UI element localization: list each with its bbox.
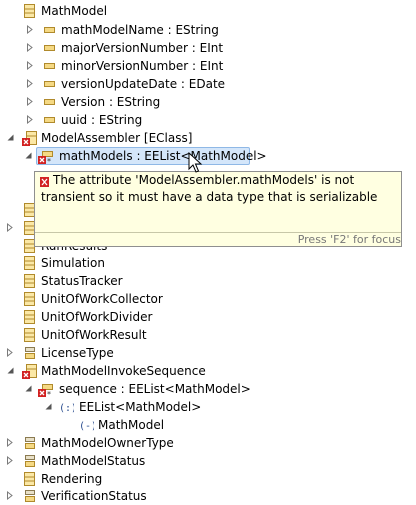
tree-item-label: Rendering [41,472,103,486]
attribute-error-icon: * [38,381,54,397]
tree-item-label: MathModelOwnerType [41,436,174,450]
expand-arrow-icon[interactable] [6,487,16,505]
tree-item-unitofworkresult[interactable]: UnitOfWorkResult [0,326,416,344]
expand-arrow-icon[interactable] [26,111,36,129]
expand-arrow-icon[interactable] [26,39,36,57]
tooltip-focus-hint: Press 'F2' for focus [297,233,401,246]
tree-item-modelassembler[interactable]: ModelAssembler [EClass] [0,129,416,147]
class-icon [22,309,38,325]
expand-arrow-icon[interactable] [26,93,36,111]
expand-arrow-icon[interactable] [6,434,16,452]
class-icon [22,291,38,307]
class-error-icon [22,130,38,146]
tree-item-eelist[interactable]: (:) EEList<MathModel> [0,398,416,416]
enum-icon [22,345,38,361]
tree-item-label: UnitOfWorkResult [41,328,147,342]
tree-item-label: Simulation [41,256,105,270]
svg-text:*: * [47,390,51,397]
attribute-error-icon: * [38,148,54,164]
tree-item-label: MathModelInvokeSequence [41,364,206,378]
tree-item-unitofworkcollector[interactable]: UnitOfWorkCollector [0,290,416,308]
attribute-icon [42,22,58,38]
tree-item-label: UnitOfWorkDivider [41,310,153,324]
expand-arrow-icon[interactable] [6,452,16,470]
tree-item-label: StatusTracker [41,274,123,288]
tree-item-label: UnitOfWorkCollector [41,292,163,306]
tree-item-licensetype[interactable]: LicenseType [0,344,416,362]
expand-arrow-icon[interactable] [26,21,36,39]
tree-item-hidden-2[interactable] [0,219,35,237]
type-argument-icon: (-) [78,417,94,433]
collapse-arrow-icon[interactable] [6,362,16,380]
tree-item-label: ModelAssembler [EClass] [41,131,193,145]
tree-item-label: majorVersionNumber : EInt [61,41,224,55]
tree-item-statustracker[interactable]: StatusTracker [0,272,416,290]
attribute-icon [42,76,58,92]
tree-item-sequence[interactable]: * sequence : EEList<MathModel> [0,380,416,398]
tree-item-mathmodelname[interactable]: mathModelName : EString [0,21,416,39]
svg-text:*: * [47,157,51,164]
collapse-arrow-icon[interactable] [6,129,16,147]
tree-item-uuid[interactable]: uuid : EString [0,111,416,129]
class-icon [22,327,38,343]
class-icon [22,255,38,271]
tree-item-mathmodels[interactable]: * mathModels : EEList<MathModel> [0,147,416,165]
tree-item-label: VerificationStatus [41,489,147,503]
tree-item-minorversionnumber[interactable]: minorVersionNumber : EInt [0,57,416,75]
tree-item-label: uuid : EString [61,113,143,127]
tree-item-label: minorVersionNumber : EInt [61,59,224,73]
tree-item-rendering[interactable]: Rendering [0,470,416,488]
tree-item-mathmodelstatus[interactable]: MathModelStatus [0,452,416,470]
enum-icon [22,453,38,469]
tree-item-label: mathModelName : EString [61,23,219,37]
svg-text:(:): (:) [59,403,74,414]
expand-arrow-icon[interactable] [6,344,16,362]
expand-arrow-icon[interactable] [26,57,36,75]
tree-item-versionupdatedate[interactable]: versionUpdateDate : EDate [0,75,416,93]
tree-item-label: LicenseType [41,346,114,360]
tree-item-simulation[interactable]: Simulation [0,254,416,272]
tree-item-mathmodel[interactable]: MathModel [0,2,416,20]
tree-item-unitofworkdivider[interactable]: UnitOfWorkDivider [0,308,416,326]
expand-arrow-icon[interactable] [26,75,36,93]
class-icon [22,471,38,487]
error-tooltip[interactable]: The attribute 'ModelAssembler.mathModels… [34,171,402,247]
mouse-pointer-icon [187,151,203,174]
tree-item-label: MathModel [98,418,165,432]
tree-item-label: MathModel [41,4,108,18]
class-icon [22,3,38,19]
tree-item-label: MathModelStatus [41,454,146,468]
collapse-arrow-icon[interactable] [24,147,34,165]
collapse-arrow-icon[interactable] [44,398,54,416]
generic-type-icon: (:) [58,399,74,415]
enum-icon [22,435,38,451]
tree-item-label: mathModels : EEList<MathModel> [59,149,267,163]
class-error-icon [22,363,38,379]
expand-arrow-icon[interactable] [6,219,16,237]
enum-icon [22,488,38,504]
collapse-arrow-icon[interactable] [24,380,34,398]
tree-item-label: versionUpdateDate : EDate [61,77,226,91]
tree-item-hidden-1[interactable] [0,201,35,219]
attribute-icon [42,94,58,110]
tree-item-verificationstatus[interactable]: VerificationStatus [0,487,416,505]
tree-item-label: sequence : EEList<MathModel> [59,382,251,396]
tree-item-type-argument[interactable]: (-) MathModel [0,416,416,434]
tree-item-label: EEList<MathModel> [79,400,202,414]
attribute-icon [42,112,58,128]
tree-item-mathmodelownertype[interactable]: MathModelOwnerType [0,434,416,452]
tree-item-majorversionnumber[interactable]: majorVersionNumber : EInt [0,39,416,57]
tree-item-label: Version : EString [61,95,161,109]
attribute-icon [42,58,58,74]
svg-text:(-): (-) [79,421,94,432]
attribute-icon [42,40,58,56]
class-icon [22,273,38,289]
tree-item-mathmodelinvokesequence[interactable]: MathModelInvokeSequence [0,362,416,380]
tree-item-version[interactable]: Version : EString [0,93,416,111]
tooltip-message: The attribute 'ModelAssembler.mathModels… [41,173,378,204]
